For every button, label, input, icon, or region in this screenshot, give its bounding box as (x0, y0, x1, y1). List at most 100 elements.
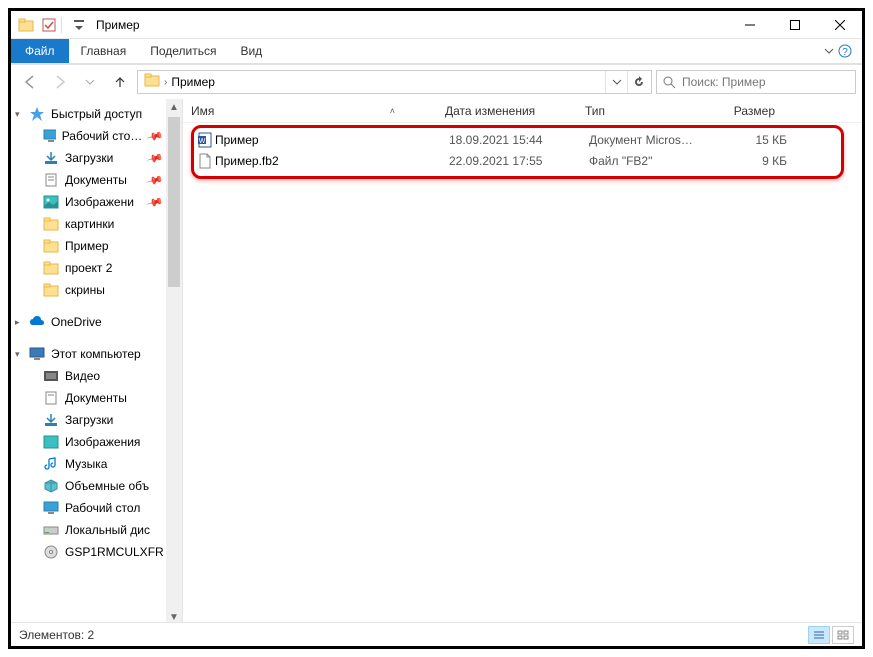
sidebar-item-documents[interactable]: Документы (11, 387, 182, 409)
svg-text:?: ? (842, 47, 848, 58)
window-title: Пример (96, 18, 140, 32)
scroll-thumb[interactable] (168, 117, 180, 287)
details-icon (813, 630, 825, 640)
chevron-down-icon[interactable]: ▾ (15, 349, 25, 360)
documents-icon (43, 173, 59, 187)
chevron-right-icon[interactable]: ▸ (15, 317, 25, 328)
sidebar-item-video[interactable]: Видео (11, 365, 182, 387)
sidebar-item-folder[interactable]: Пример (11, 235, 182, 257)
qat-dropdown-icon[interactable] (68, 14, 90, 36)
address-bar-row: › Пример Поиск: Пример (11, 65, 862, 99)
pin-icon: 📌 (146, 171, 164, 189)
file-list: W Пример 18.09.2021 15:44 Документ Micro… (183, 123, 862, 177)
cd-icon (43, 545, 59, 559)
star-icon (29, 106, 45, 122)
column-date[interactable]: Дата изменения (445, 104, 585, 118)
chevron-down-icon (824, 46, 834, 56)
sidebar-item-desktop[interactable]: Рабочий сто…📌 (11, 125, 182, 147)
up-button[interactable] (107, 69, 133, 95)
pin-icon: 📌 (146, 149, 164, 167)
svg-text:W: W (199, 138, 206, 145)
sidebar-item-folder[interactable]: скрины (11, 279, 182, 301)
sidebar-item-folder[interactable]: картинки (11, 213, 182, 235)
folder-icon (15, 14, 37, 36)
folder-icon (43, 283, 59, 297)
folder-icon (144, 73, 160, 92)
tab-home[interactable]: Главная (69, 39, 139, 63)
navigation-pane: ▾ Быстрый доступ Рабочий сто…📌 Загрузки📌… (11, 99, 183, 625)
file-list-pane: Имя˄ Дата изменения Тип Размер W Пример … (183, 99, 862, 625)
back-button[interactable] (17, 69, 43, 95)
scroll-up-icon[interactable]: ▲ (166, 99, 182, 115)
tab-share[interactable]: Поделиться (138, 39, 228, 63)
downloads-icon (43, 151, 59, 165)
column-name[interactable]: Имя˄ (191, 104, 445, 118)
generic-file-icon (197, 153, 215, 169)
sidebar-item-disk[interactable]: Локальный дис (11, 519, 182, 541)
ribbon-collapse[interactable]: ? (814, 39, 862, 63)
recent-dropdown[interactable] (77, 69, 103, 95)
address-bar[interactable]: › Пример (137, 70, 652, 94)
disk-icon (43, 523, 59, 537)
sidebar-quick-access[interactable]: ▾ Быстрый доступ (11, 103, 182, 125)
address-dropdown[interactable] (605, 71, 627, 93)
icons-view-button[interactable] (832, 626, 854, 644)
titlebar: Пример (11, 11, 862, 39)
qat (11, 14, 90, 36)
documents-icon (43, 391, 59, 405)
cloud-icon (29, 315, 45, 329)
sidebar-item-downloads[interactable]: Загрузки (11, 409, 182, 431)
close-button[interactable] (817, 11, 862, 39)
word-file-icon: W (197, 132, 215, 148)
sidebar-item-desktop[interactable]: Рабочий стол (11, 497, 182, 519)
breadcrumb[interactable]: Пример (167, 75, 219, 89)
sidebar-item-music[interactable]: Музыка (11, 453, 182, 475)
music-icon (43, 457, 59, 471)
sidebar-item-folder[interactable]: проект 2 (11, 257, 182, 279)
file-row[interactable]: W Пример 18.09.2021 15:44 Документ Micro… (191, 129, 854, 150)
pc-icon (29, 347, 45, 361)
folder-icon (43, 261, 59, 275)
chevron-down-icon[interactable]: ▾ (15, 109, 25, 120)
details-view-button[interactable] (808, 626, 830, 644)
properties-icon[interactable] (38, 14, 60, 36)
sidebar-item-downloads[interactable]: Загрузки📌 (11, 147, 182, 169)
minimize-button[interactable] (727, 11, 772, 39)
search-placeholder: Поиск: Пример (682, 75, 766, 89)
sidebar-item-pictures[interactable]: Изображени📌 (11, 191, 182, 213)
explorer-window: Пример Файл Главная Поделиться Вид ? › П… (8, 8, 865, 649)
file-tab[interactable]: Файл (11, 39, 69, 63)
item-count: Элементов: 2 (19, 628, 94, 642)
sidebar-item-pictures[interactable]: Изображения (11, 431, 182, 453)
search-input[interactable]: Поиск: Пример (656, 70, 856, 94)
ribbon-tabs: Файл Главная Поделиться Вид ? (11, 39, 862, 63)
downloads-icon (43, 413, 59, 427)
main-area: ▾ Быстрый доступ Рабочий сто…📌 Загрузки📌… (11, 99, 862, 625)
help-icon[interactable]: ? (838, 44, 852, 58)
pictures-icon (43, 195, 59, 209)
forward-button[interactable] (47, 69, 73, 95)
sidebar-item-cd[interactable]: GSP1RMCULXFR (11, 541, 182, 563)
sidebar-scrollbar[interactable]: ▲ ▼ (166, 99, 182, 625)
cube-icon (43, 479, 59, 493)
sidebar-item-3d[interactable]: Объемные объ (11, 475, 182, 497)
column-type[interactable]: Тип (585, 104, 715, 118)
desktop-icon (43, 129, 56, 143)
sort-asc-icon: ˄ (390, 106, 395, 116)
file-row[interactable]: Пример.fb2 22.09.2021 17:55 Файл "FB2" 9… (191, 150, 854, 171)
tab-view[interactable]: Вид (228, 39, 274, 63)
grid-icon (837, 630, 849, 640)
maximize-button[interactable] (772, 11, 817, 39)
window-controls (727, 11, 862, 39)
refresh-button[interactable] (627, 71, 649, 93)
pictures-icon (43, 435, 59, 449)
column-size[interactable]: Размер (715, 104, 785, 118)
folder-icon (43, 239, 59, 253)
sidebar-this-pc[interactable]: ▾Этот компьютер (11, 343, 182, 365)
desktop-icon (43, 501, 59, 515)
sidebar-item-documents[interactable]: Документы📌 (11, 169, 182, 191)
pin-icon: 📌 (146, 193, 164, 211)
column-headers: Имя˄ Дата изменения Тип Размер (183, 99, 862, 123)
qat-separator (61, 17, 67, 33)
sidebar-onedrive[interactable]: ▸OneDrive (11, 311, 182, 333)
